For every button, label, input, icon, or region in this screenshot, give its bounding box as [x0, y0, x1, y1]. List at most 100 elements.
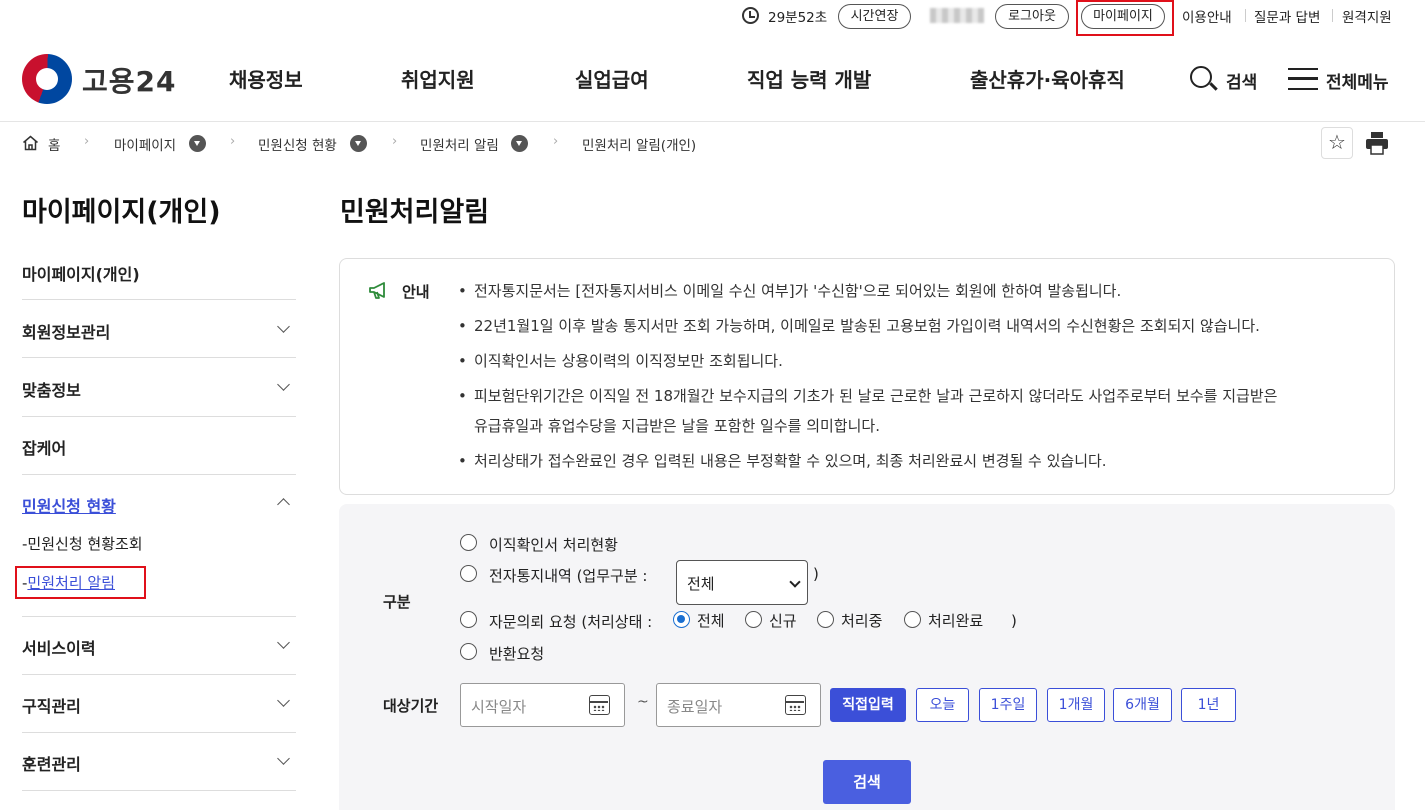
qna-link[interactable]: 질문과 답변 [1254, 6, 1320, 26]
range-tilde: ~ [637, 694, 649, 710]
radio-status-processing[interactable] [817, 611, 834, 628]
radio-status-new-label: 신규 [769, 612, 797, 630]
sidebar-item-service-history[interactable]: 서비스이력 [22, 635, 296, 659]
sidebar-item-application-status[interactable]: 민원신청 현황 [22, 493, 296, 517]
radio-advisory-request-label: 자문의뢰 요청 (처리상태 : [489, 613, 653, 631]
start-date-placeholder: 시작일자 [471, 698, 527, 716]
home-icon[interactable] [22, 135, 39, 151]
sidebar-item-mypage[interactable]: 마이페이지(개인) [22, 261, 296, 285]
radio-e-notice[interactable] [460, 565, 477, 582]
radio-separation-cert[interactable] [460, 534, 477, 551]
business-type-select[interactable]: 전체 [676, 560, 808, 605]
radio-status-all[interactable] [673, 611, 690, 628]
sidebar-subitem-status-lookup[interactable]: -민원신청 현황조회 [22, 533, 143, 554]
megaphone-icon [369, 282, 385, 299]
period-1month-button[interactable]: 1개월 [1047, 688, 1105, 722]
calendar-icon[interactable] [785, 695, 806, 715]
select-value: 전체 [687, 575, 715, 593]
sidebar-item-member-info[interactable]: 회원정보관리 [22, 319, 296, 343]
sidebar-item-custom-info[interactable]: 맞춤정보 [22, 377, 296, 401]
breadcrumb-processing-notice[interactable]: 민원처리 알림 [420, 134, 499, 154]
print-icon[interactable] [1361, 127, 1393, 159]
radio-return-request[interactable] [460, 643, 477, 660]
paren-close: ) [813, 565, 819, 583]
notice-item: 22년1월1일 이후 발송 통지서만 조회 가능하며, 이메일로 발송된 고용보… [458, 316, 1277, 336]
notice-label: 안내 [402, 283, 430, 301]
clock-icon [742, 7, 759, 24]
nav-employment-support[interactable]: 취업지원 [401, 64, 475, 93]
divider [22, 616, 296, 617]
divider [22, 790, 296, 791]
extend-session-button[interactable]: 시간연장 [838, 4, 911, 29]
logout-button[interactable]: 로그아웃 [995, 4, 1069, 29]
period-direct-input-button[interactable]: 직접입력 [830, 688, 906, 722]
divider [22, 674, 296, 675]
radio-e-notice-label: 전자통지내역 (업무구분 : [489, 567, 648, 585]
divider [22, 299, 296, 300]
period-label: 대상기간 [383, 697, 439, 715]
chevron-right-icon: › [392, 134, 398, 149]
radio-status-all-label: 전체 [697, 612, 725, 630]
breadcrumb-home[interactable]: 홈 [48, 134, 60, 154]
notice-box: 안내 전자통지문서는 [전자통지서비스 이메일 수신 여부]가 '수신함'으로 … [339, 258, 1395, 495]
dropdown-icon[interactable] [511, 135, 528, 152]
radio-status-processing-label: 처리중 [841, 612, 883, 630]
guide-link[interactable]: 이용안내 [1182, 6, 1232, 26]
start-date-input[interactable]: 시작일자 [460, 683, 625, 727]
sidebar-item-job-seeking[interactable]: 구직관리 [22, 693, 296, 717]
separator [1245, 9, 1246, 22]
divider [22, 732, 296, 733]
all-menu-link[interactable]: 전체메뉴 [1326, 68, 1389, 93]
radio-advisory-request[interactable] [460, 611, 477, 628]
radio-return-request-label: 반환요청 [489, 645, 545, 663]
breadcrumb-mypage[interactable]: 마이페이지 [114, 134, 176, 154]
chevron-right-icon: › [84, 134, 90, 149]
period-1year-button[interactable]: 1년 [1181, 688, 1236, 722]
government-emblem-logo[interactable] [22, 54, 72, 104]
radio-separation-cert-label: 이직확인서 처리현황 [489, 536, 618, 554]
search-link[interactable]: 검색 [1226, 68, 1257, 93]
session-timer: 29분52초 [768, 10, 828, 26]
divider [22, 416, 296, 417]
breadcrumb-application-status[interactable]: 민원신청 현황 [258, 134, 337, 154]
divider [22, 357, 296, 358]
nav-unemployment-benefit[interactable]: 실업급여 [575, 64, 649, 93]
notice-item: 피보험단위기간은 이직일 전 18개월간 보수지급의 기초가 된 날로 근로한 … [458, 386, 1277, 406]
sidebar-item-training[interactable]: 훈련관리 [22, 751, 296, 775]
nav-skills-development[interactable]: 직업 능력 개발 [747, 64, 871, 93]
current-menu-highlight-box [15, 566, 146, 599]
subitem-label: 민원신청 현황조회 [27, 535, 143, 553]
page-title: 민원처리알림 [340, 197, 490, 228]
chevron-right-icon: › [230, 134, 236, 149]
notice-item: 이직확인서는 상용이력의 이직정보만 조회됩니다. [458, 351, 1277, 371]
breadcrumb-current: 민원처리 알림(개인) [582, 138, 697, 154]
radio-status-completed[interactable] [904, 611, 921, 628]
dropdown-icon[interactable] [350, 135, 367, 152]
nav-parental-leave[interactable]: 출산휴가·육아휴직 [970, 64, 1125, 93]
separator [1332, 9, 1333, 22]
nav-recruit[interactable]: 채용정보 [229, 64, 303, 93]
star-favorite-icon[interactable]: ☆ [1321, 127, 1353, 159]
search-icon[interactable] [1190, 66, 1212, 88]
radio-status-completed-label: 처리완료 [928, 612, 984, 630]
category-label: 구분 [383, 593, 411, 611]
end-date-input[interactable]: 종료일자 [656, 683, 821, 727]
end-date-placeholder: 종료일자 [667, 698, 723, 716]
site-logo-text[interactable]: 고용24 [82, 60, 177, 100]
paren-close: ) [1011, 612, 1017, 630]
mypage-highlight-box [1076, 0, 1174, 36]
sidebar-item-jobcare[interactable]: 잡케어 [22, 435, 296, 459]
remote-support-link[interactable]: 원격지원 [1342, 6, 1392, 26]
period-1week-button[interactable]: 1주일 [979, 688, 1037, 722]
sidebar-title: 마이페이지(개인) [22, 197, 221, 228]
user-name-blurred [930, 8, 984, 23]
notice-item-continued: 유급휴일과 휴업수당을 지급받은 날을 포함한 일수를 의미합니다. [458, 416, 1277, 436]
search-button[interactable]: 검색 [823, 760, 911, 804]
radio-status-new[interactable] [745, 611, 762, 628]
calendar-icon[interactable] [589, 695, 610, 715]
notice-item: 전자통지문서는 [전자통지서비스 이메일 수신 여부]가 '수신함'으로 되어있… [458, 281, 1277, 301]
period-today-button[interactable]: 오늘 [916, 688, 969, 722]
dropdown-icon[interactable] [189, 135, 206, 152]
hamburger-menu-icon[interactable] [1288, 68, 1318, 90]
period-6month-button[interactable]: 6개월 [1113, 688, 1172, 722]
